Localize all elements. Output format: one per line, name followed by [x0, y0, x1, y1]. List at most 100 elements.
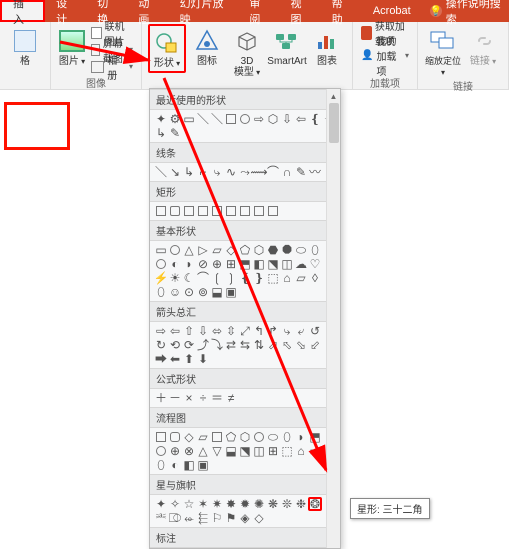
shape-r2[interactable]	[170, 206, 180, 216]
shapes-button[interactable]: 形状	[148, 24, 186, 73]
shape-b19[interactable]: ⬒	[238, 257, 252, 271]
shape-l11[interactable]: ✎	[294, 165, 308, 179]
shape-s2[interactable]: ✧	[168, 497, 182, 511]
shape-f14[interactable]: ⊕	[168, 444, 182, 458]
shape-s3[interactable]: ☆	[182, 497, 196, 511]
shape-a16[interactable]: ⤴	[196, 338, 210, 352]
tab-review[interactable]: 审阅	[238, 0, 279, 22]
link-button[interactable]: 链接	[464, 24, 502, 69]
shape-b21[interactable]: ⬔	[266, 257, 280, 271]
shape-b10[interactable]: ⯃	[280, 243, 294, 257]
shape-a3[interactable]: ⇧	[182, 324, 196, 338]
shape-r4[interactable]	[198, 206, 208, 216]
shape-hex[interactable]: ⬡	[266, 112, 280, 126]
shape-b40[interactable]: ⊚	[196, 285, 210, 299]
shape-b25[interactable]: ⚡	[154, 271, 168, 285]
shape-eq6[interactable]: ≠	[224, 391, 238, 405]
shape-r5[interactable]	[212, 206, 222, 216]
shape-b36[interactable]: ◊	[308, 271, 322, 285]
shape-b24[interactable]: ♡	[308, 257, 322, 271]
shape-s9[interactable]: ❋	[266, 497, 280, 511]
shape-f15[interactable]: ⊗	[182, 444, 196, 458]
shape-a17[interactable]: ⤵	[210, 338, 224, 352]
shape-b6[interactable]: ◇	[224, 243, 238, 257]
shape-a10[interactable]: ⤷	[280, 324, 294, 338]
shape-b26[interactable]: ☀	[168, 271, 182, 285]
slide-thumbnail-1[interactable]	[4, 102, 70, 150]
tab-slideshow[interactable]: 幻灯片放映	[169, 0, 239, 22]
shape-b18[interactable]: ⊞	[224, 257, 238, 271]
shape-b31[interactable]: ❴	[238, 271, 252, 285]
shape-s16[interactable]: ⬱	[196, 511, 210, 525]
shape-b2[interactable]	[170, 245, 180, 255]
shape-s7[interactable]: ✹	[238, 497, 252, 511]
shape-f23[interactable]: ⌂	[294, 444, 308, 458]
shape-b30[interactable]: ❳	[224, 271, 238, 285]
shape-f7[interactable]: ⬡	[238, 430, 252, 444]
shape-rect[interactable]	[226, 114, 236, 124]
shape-f4[interactable]: ▱	[196, 430, 210, 444]
shape-a24[interactable]: ⬃	[308, 338, 322, 352]
my-addons-button[interactable]: 👤我的加载项	[359, 47, 411, 64]
tab-help[interactable]: 帮助	[321, 0, 362, 22]
shape-gear[interactable]: ⚙	[168, 112, 182, 126]
shape-l5[interactable]: ⤷	[210, 165, 224, 179]
shape-s1[interactable]: ✦	[154, 497, 168, 511]
shape-line2[interactable]: ＼	[210, 112, 224, 126]
3d-models-button[interactable]: 3D 模型	[228, 24, 266, 80]
shape-brace[interactable]: ❴	[308, 112, 322, 126]
shape-b38[interactable]: ☺	[168, 285, 182, 299]
shape-a21[interactable]: ⬀	[266, 338, 280, 352]
shape-f13[interactable]	[156, 446, 166, 456]
shape-s10[interactable]: ❊	[280, 497, 294, 511]
shape-r3[interactable]	[184, 206, 194, 216]
shape-f21[interactable]: ⊞	[266, 444, 280, 458]
shape-b23[interactable]: ☁	[294, 257, 308, 271]
shape-a5[interactable]: ⬄	[210, 324, 224, 338]
shape-eq3[interactable]: ×	[182, 391, 196, 405]
shape-b20[interactable]: ◧	[252, 257, 266, 271]
shape-s13[interactable]: ⎃	[154, 511, 168, 525]
shape-r6[interactable]	[226, 206, 236, 216]
shape-b8[interactable]: ⬡	[252, 243, 266, 257]
shape-conn[interactable]: ↳	[154, 126, 168, 140]
shape-a23[interactable]: ⬂	[294, 338, 308, 352]
photo-album-button[interactable]: 相册	[89, 58, 135, 75]
shape-b17[interactable]: ⊕	[210, 257, 224, 271]
shape-f12[interactable]: ⬒	[308, 430, 322, 444]
shape-eq5[interactable]: ＝	[210, 391, 224, 405]
shape-b32[interactable]: ❵	[252, 271, 266, 285]
shape-a13[interactable]: ↻	[154, 338, 168, 352]
shape-a14[interactable]: ⟲	[168, 338, 182, 352]
shape-b28[interactable]: ⌒	[196, 271, 210, 285]
picture-button[interactable]: 图片	[57, 24, 87, 69]
shape-b41[interactable]: ⬓	[210, 285, 224, 299]
shape-b39[interactable]: ⊙	[182, 285, 196, 299]
shape-f20[interactable]: ◫	[252, 444, 266, 458]
shape-explosion[interactable]: ✦	[154, 112, 168, 126]
shape-b9[interactable]: ⬣	[266, 243, 280, 257]
shape-l3[interactable]: ↳	[182, 165, 196, 179]
shape-b5[interactable]: ▱	[210, 243, 224, 257]
shape-textbox[interactable]: ▭	[182, 112, 196, 126]
shape-b4[interactable]: ▷	[196, 243, 210, 257]
shape-a2[interactable]: ⇦	[168, 324, 182, 338]
shape-l1[interactable]: ＼	[154, 165, 168, 179]
tab-animation[interactable]: 动画	[127, 0, 168, 22]
shape-f2[interactable]	[170, 432, 180, 442]
shape-r8[interactable]	[254, 206, 264, 216]
shape-s11[interactable]: ❉	[294, 497, 308, 511]
shape-s5[interactable]: ✷	[210, 497, 224, 511]
shape-b29[interactable]: ❲	[210, 271, 224, 285]
zoom-button[interactable]: 缩放定位	[424, 24, 462, 80]
shape-f28[interactable]: ▣	[196, 458, 210, 472]
shape-f18[interactable]: ⬓	[224, 444, 238, 458]
shape-b34[interactable]: ⌂	[280, 271, 294, 285]
shape-a25[interactable]: ⮕	[154, 352, 168, 366]
shape-b12[interactable]: ⬯	[308, 243, 322, 257]
table-button[interactable]: 格	[6, 24, 44, 69]
shape-b33[interactable]: ⬚	[266, 271, 280, 285]
smartart-button[interactable]: SmartArt	[268, 24, 306, 69]
shape-f10[interactable]: ⬯	[280, 430, 294, 444]
shape-f26[interactable]: ◐	[168, 458, 182, 472]
